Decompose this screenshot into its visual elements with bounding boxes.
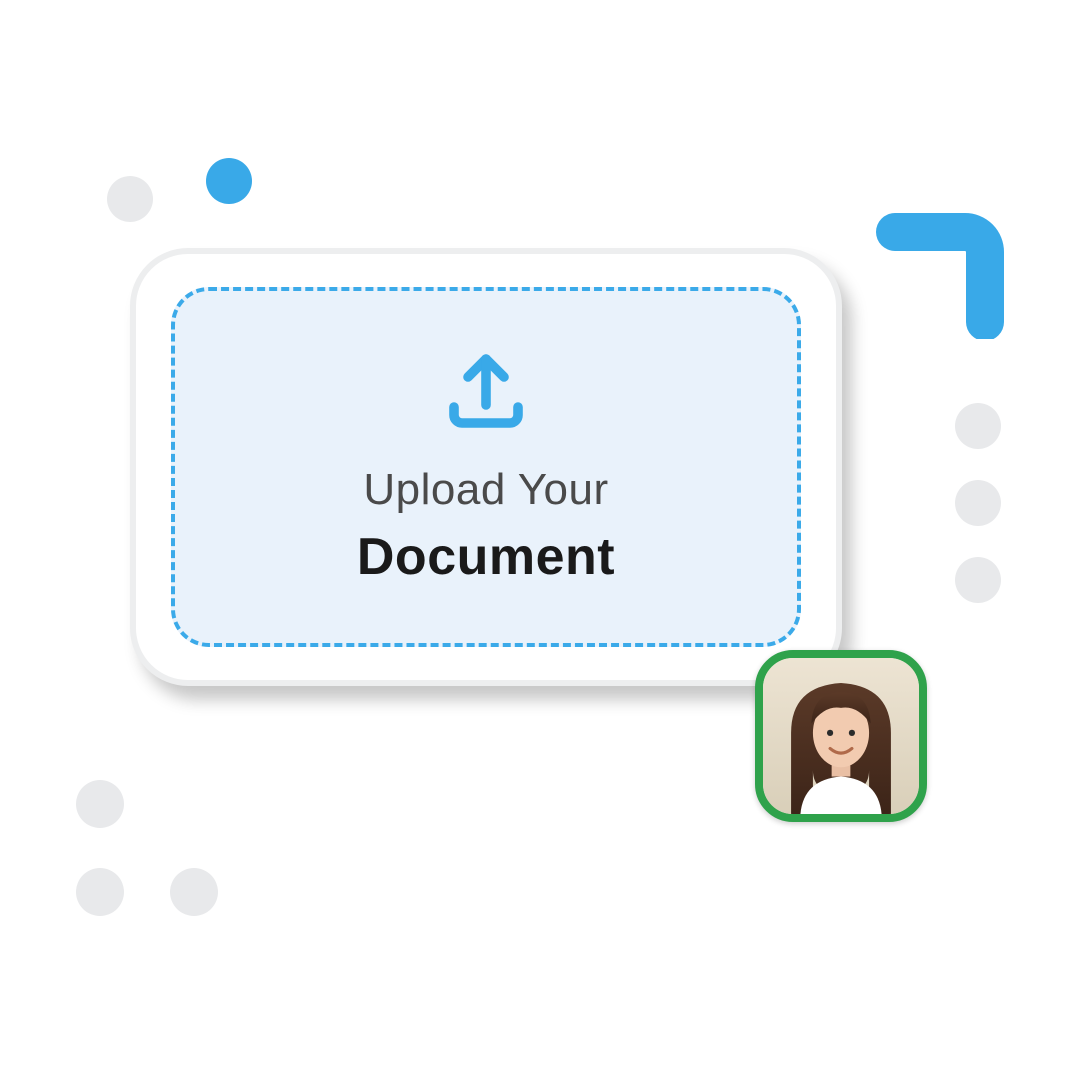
- avatar-placeholder-icon: [763, 658, 919, 814]
- upload-text: Upload Your Document: [357, 462, 615, 591]
- dot-decoration-grey: [955, 557, 1001, 603]
- upload-card: Upload Your Document: [130, 248, 842, 686]
- dot-decoration-grey: [170, 868, 218, 916]
- dot-decoration-grey: [955, 480, 1001, 526]
- corner-accent-icon: [875, 204, 1010, 344]
- dot-decoration-grey: [955, 403, 1001, 449]
- dot-decoration-grey: [76, 868, 124, 916]
- dot-decoration-grey: [107, 176, 153, 222]
- upload-dropzone[interactable]: Upload Your Document: [171, 287, 801, 647]
- dot-decoration-grey: [76, 780, 124, 828]
- upload-text-line1: Upload Your: [357, 462, 615, 518]
- upload-icon: [438, 343, 534, 444]
- avatar[interactable]: [755, 650, 927, 822]
- upload-illustration: Upload Your Document: [0, 0, 1080, 1080]
- dot-decoration-blue: [206, 158, 252, 204]
- upload-text-line2: Document: [357, 524, 615, 591]
